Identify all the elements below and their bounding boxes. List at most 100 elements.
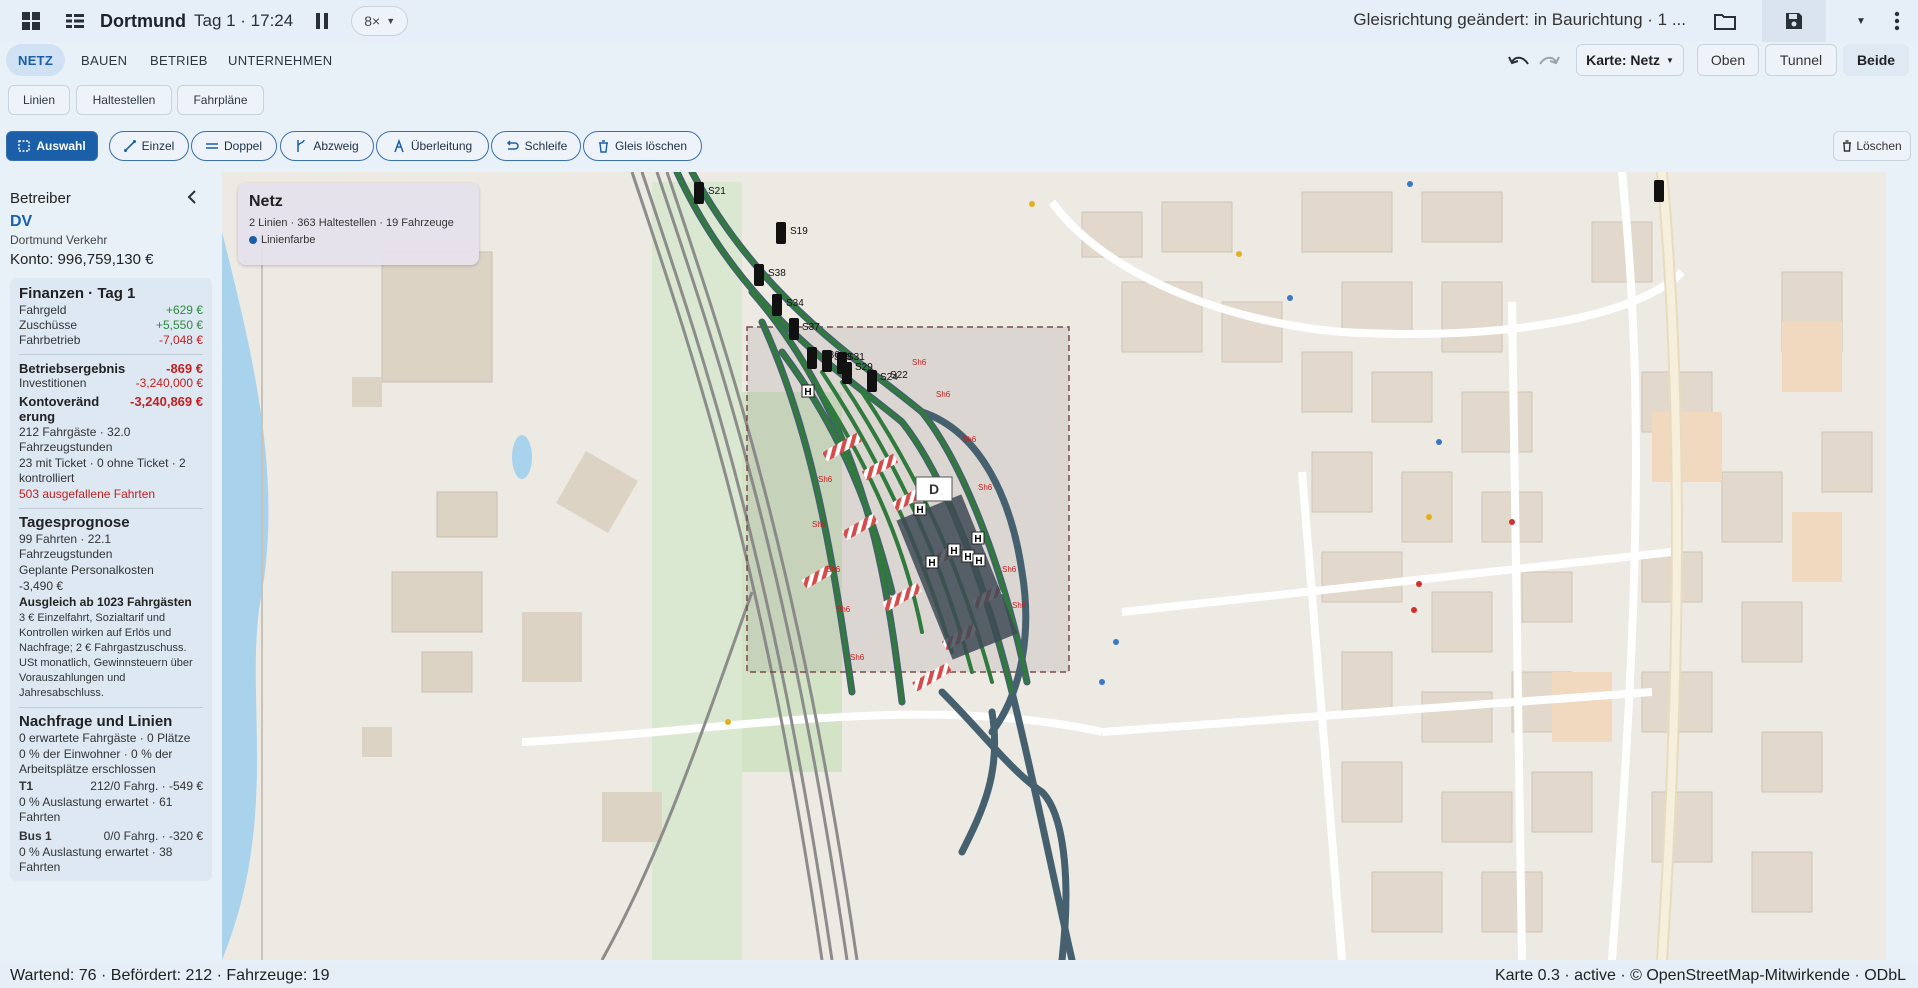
status-bar-stats: Wartend: 76 · Befördert: 212 · Fahrzeuge…: [10, 967, 330, 984]
passenger-stats: 212 Fahrgäste · 32.0 Fahrzeugstunden: [19, 425, 131, 454]
ticket-stats: 23 mit Ticket · 0 ohne Ticket · 2 kontro…: [19, 456, 186, 485]
branch-icon: [297, 139, 306, 152]
finance-title: Finanzen · Tag 1: [19, 285, 136, 302]
cancelled-trips: 503 ausgefallene Fahrten: [19, 487, 156, 501]
park-area: [652, 182, 742, 960]
double-track-icon: [205, 143, 218, 149]
network-map[interactable]: S21 S19 S38 S34 S37 S36 S33 S31 S29 S24 …: [222, 172, 1886, 960]
city-title: Dortmund: [100, 10, 186, 31]
view-mode-oben[interactable]: Oben: [1697, 44, 1759, 76]
svg-text:Sh6: Sh6: [912, 358, 927, 367]
main-tabs: NETZ BAUEN BETRIEB UNTERNEHMEN Karte: Ne…: [0, 44, 1918, 78]
forecast-breakeven: Ausgleich ab 1023 Fahrgästen: [19, 595, 192, 609]
pause-icon[interactable]: [307, 6, 337, 36]
signal-label: S22: [890, 370, 908, 381]
tab-unternehmen[interactable]: UNTERNEHMEN: [216, 44, 344, 76]
account-balance: Konto: 996,759,130 €: [10, 251, 154, 268]
single-track-icon: [123, 140, 136, 152]
tool-auswahl[interactable]: Auswahl: [6, 131, 98, 161]
chevron-down-icon: ▼: [386, 16, 396, 26]
save-button[interactable]: [1762, 0, 1826, 42]
trash-icon: [1843, 140, 1852, 152]
svg-text:H: H: [975, 556, 982, 567]
info-box-legend: Linienfarbe: [249, 234, 468, 246]
forecast-staff-value: -3,490 €: [19, 579, 64, 593]
signal-label: S29: [855, 362, 873, 373]
svg-text:Sh6: Sh6: [826, 565, 841, 574]
undo-icon[interactable]: [1504, 46, 1534, 76]
svg-text:Sh6: Sh6: [978, 483, 993, 492]
status-message: Gleisrichtung geändert: in Baurichtung ·…: [1353, 10, 1686, 29]
svg-text:Sh6: Sh6: [1002, 565, 1017, 574]
network-info-box: Netz 2 Linien · 363 Haltestellen · 19 Fa…: [238, 183, 479, 265]
tab-betrieb[interactable]: BETRIEB: [138, 44, 220, 76]
tool-einzel[interactable]: Einzel: [109, 131, 189, 161]
line-detail: 0 % Auslastung erwartet · 38 Fahrten: [19, 845, 173, 874]
redo-icon[interactable]: [1534, 46, 1564, 76]
forecast-note: 3 € Einzelfahrt, Sozialtarif und Kontrol…: [19, 612, 193, 699]
svg-text:Sh6: Sh6: [1012, 601, 1027, 610]
operator-short: DV: [10, 213, 33, 230]
investments: Investitionen -3,240,000 €: [19, 376, 203, 390]
operator-sidebar: Betreiber DV Dortmund Verkehr Konto: 996…: [0, 172, 222, 960]
list-panel-icon[interactable]: [60, 6, 90, 36]
delete-button[interactable]: Löschen: [1833, 131, 1911, 161]
finance-row: Fahrgeld +629 €: [19, 303, 203, 317]
svg-text:Sh6: Sh6: [812, 520, 827, 529]
forecast-title: Tagesprognose: [19, 514, 130, 531]
status-bar: Wartend: 76 · Befördert: 212 · Fahrzeuge…: [0, 962, 1918, 988]
operator-name: Dortmund Verkehr: [10, 233, 108, 247]
save-options-chevron-icon[interactable]: ▼: [1846, 6, 1876, 36]
view-mode-tunnel[interactable]: Tunnel: [1765, 44, 1837, 76]
view-mode-beide[interactable]: Beide: [1843, 44, 1909, 76]
more-vertical-icon[interactable]: [1882, 6, 1912, 36]
tool-gleis-loeschen[interactable]: Gleis löschen: [583, 131, 702, 161]
tab-bauen[interactable]: BAUEN: [69, 44, 139, 76]
demand-expected: 0 erwartete Fahrgäste · 0 Plätze: [19, 731, 191, 745]
line-detail: 0 % Auslastung erwartet · 61 Fahrten: [19, 795, 173, 824]
finance-card: Finanzen · Tag 1 Fahrgeld +629 € Zuschüss…: [10, 278, 212, 881]
line-item[interactable]: T1 212/0 Fahrg. · -549 €: [19, 779, 203, 794]
svg-text:Sh6: Sh6: [818, 475, 833, 484]
map-layer-select[interactable]: Karte: Netz ▼: [1576, 44, 1684, 76]
svg-text:H: H: [964, 552, 971, 563]
svg-text:Sh6: Sh6: [936, 390, 951, 399]
signal-label: S37: [802, 322, 820, 333]
speed-select[interactable]: 8× ▼: [351, 6, 409, 36]
line-item[interactable]: Bus 1 0/0 Fahrg. · -320 €: [19, 829, 203, 844]
svg-text:Sh6: Sh6: [836, 605, 851, 614]
folder-icon[interactable]: [1710, 6, 1740, 36]
line-color-dot-icon: [249, 236, 257, 244]
signal-label: S21: [708, 186, 726, 197]
tool-ueberleitung[interactable]: Überleitung: [376, 131, 489, 161]
map-canvas[interactable]: S21 S19 S38 S34 S37 S36 S33 S31 S29 S24 …: [222, 172, 1886, 960]
account-change: Kontoveränd erung -3,240,869 €: [19, 394, 203, 424]
selection-icon: [18, 140, 31, 152]
svg-text:Sh6: Sh6: [850, 653, 865, 662]
signal-label: S34: [786, 298, 804, 309]
tool-abzweig[interactable]: Abzweig: [280, 131, 374, 161]
subtab-fahrplaene[interactable]: Fahrpläne: [177, 85, 264, 115]
grid-menu-icon[interactable]: [16, 6, 46, 36]
demand-coverage: 0 % der Einwohner · 0 % der Arbeitsplätz…: [19, 747, 173, 776]
status-bar-attribution: Karte 0.3 · active · © OpenStreetMap-Mit…: [1494, 967, 1906, 984]
signal-label: S19: [790, 226, 808, 237]
trash-icon: [598, 139, 608, 153]
svg-text:H: H: [974, 534, 981, 545]
save-icon: [1786, 13, 1802, 29]
top-bar: Dortmund Tag 1 · 17:24 8× ▼ Gleisrichtun…: [0, 0, 1918, 42]
subtab-haltestellen[interactable]: Haltestellen: [76, 85, 172, 115]
finance-row: Zuschüsse +5,550 €: [19, 318, 203, 332]
chevron-left-icon[interactable]: [182, 187, 202, 207]
tool-schleife[interactable]: Schleife: [491, 131, 581, 161]
subtab-linien[interactable]: Linien: [8, 85, 70, 115]
tab-netz[interactable]: NETZ: [6, 44, 66, 76]
svg-text:H: H: [804, 387, 811, 398]
chevron-down-icon: ▼: [1665, 55, 1674, 65]
loop-icon: [506, 140, 519, 150]
svg-text:Sh6: Sh6: [962, 435, 977, 444]
svg-text:H: H: [950, 546, 957, 557]
signal-label: S38: [768, 268, 786, 279]
info-box-title: Netz: [249, 193, 283, 210]
tool-doppel[interactable]: Doppel: [191, 131, 277, 161]
